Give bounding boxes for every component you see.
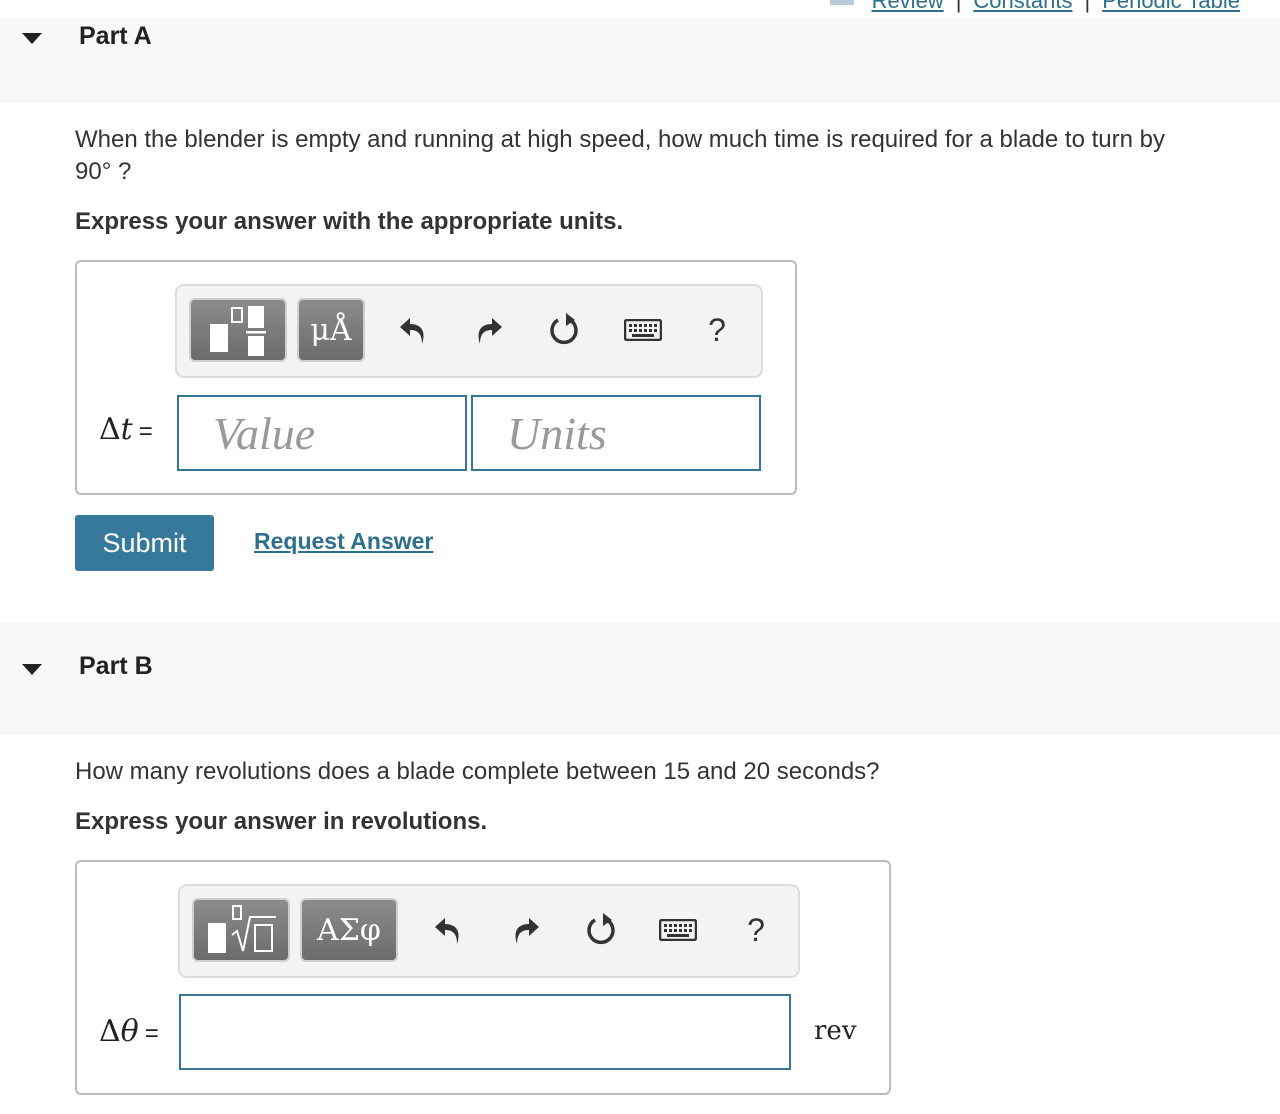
unit-label: rev xyxy=(814,1016,857,1046)
help-button[interactable]: ? xyxy=(697,308,737,352)
keyboard-icon xyxy=(659,919,697,941)
fraction-template-icon xyxy=(210,306,266,356)
part-a-header[interactable]: Part A xyxy=(0,18,1280,103)
value-input[interactable] xyxy=(177,395,467,471)
delta-symbol: Δ xyxy=(99,1014,121,1049)
delta-t-label: Δt = xyxy=(99,412,153,447)
part-a-math-toolbar: μÅ ? xyxy=(175,284,763,378)
undo-icon xyxy=(435,918,459,944)
equals-sign: = xyxy=(144,1020,159,1047)
part-a-title: Part A xyxy=(79,22,152,50)
reset-button[interactable] xyxy=(582,908,622,952)
radical-template-icon xyxy=(208,905,276,953)
variable-name: θ xyxy=(120,1014,139,1049)
review-link[interactable]: Review xyxy=(872,0,944,14)
part-b-answer-box: ΑΣφ ? Δθ = rev xyxy=(75,860,891,1095)
request-answer-link[interactable]: Request Answer xyxy=(254,528,433,555)
redo-icon xyxy=(478,318,502,344)
redo-icon xyxy=(515,918,539,944)
question-text-line2: 90° ? xyxy=(75,158,132,185)
keyboard-button[interactable] xyxy=(656,908,700,952)
equals-sign: = xyxy=(138,418,153,445)
top-links: Review | Constants | Periodic Table xyxy=(829,0,1240,14)
radical-template-button[interactable] xyxy=(192,898,290,962)
collapse-caret-icon[interactable] xyxy=(22,33,42,44)
redo-button[interactable] xyxy=(469,308,509,352)
undo-button[interactable] xyxy=(393,308,433,352)
constants-link[interactable]: Constants xyxy=(973,0,1072,14)
redo-button[interactable] xyxy=(506,908,546,952)
delta-symbol: Δ xyxy=(99,412,121,447)
part-b-header[interactable]: Part B xyxy=(0,623,1280,735)
answer-input[interactable] xyxy=(179,994,791,1070)
part-b-math-toolbar: ΑΣφ ? xyxy=(178,884,800,978)
keyboard-icon xyxy=(624,319,662,341)
reset-button[interactable] xyxy=(545,308,585,352)
undo-icon xyxy=(400,318,424,344)
greek-symbols-button[interactable]: ΑΣφ xyxy=(300,898,398,962)
delta-theta-label: Δθ = xyxy=(99,1014,159,1049)
question-text-line1: When the blender is empty and running at… xyxy=(75,126,1165,153)
part-b-instruction: Express your answer in revolutions. xyxy=(75,808,488,835)
part-a-instruction: Express your answer with the appropriate… xyxy=(75,208,624,235)
part-b-question: How many revolutions does a blade comple… xyxy=(75,758,880,785)
help-button[interactable]: ? xyxy=(736,908,776,952)
part-a-question: When the blender is empty and running at… xyxy=(75,124,1265,188)
reset-icon xyxy=(587,913,615,945)
separator: | xyxy=(955,0,962,13)
part-a-answer-box: μÅ ? Δt = Value Units xyxy=(75,260,797,495)
periodic-table-link[interactable]: Periodic Table xyxy=(1102,0,1240,14)
submit-button[interactable]: Submit xyxy=(75,515,214,571)
separator: | xyxy=(1084,0,1091,13)
fraction-template-button[interactable] xyxy=(189,298,287,362)
variable-name: t xyxy=(120,412,133,447)
review-icon xyxy=(829,0,854,5)
collapse-caret-icon[interactable] xyxy=(22,664,42,675)
units-button[interactable]: μÅ xyxy=(297,298,365,362)
part-b-title: Part B xyxy=(79,652,153,680)
units-input[interactable] xyxy=(471,395,761,471)
keyboard-button[interactable] xyxy=(621,308,665,352)
undo-button[interactable] xyxy=(428,908,468,952)
reset-icon xyxy=(550,313,578,345)
